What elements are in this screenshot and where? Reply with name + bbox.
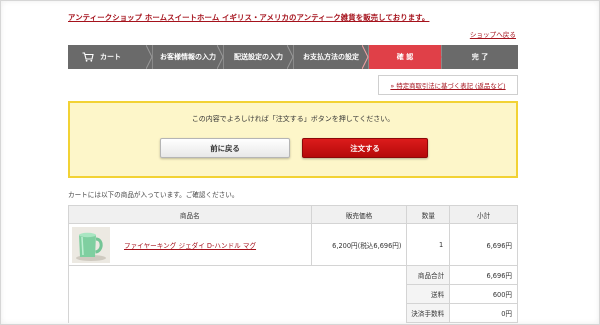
table-row: ファイヤーキング ジェダイ D-ハンドル マグ 6,200円(税込6,696円)… bbox=[68, 223, 518, 266]
step-label: 配送設定の入力 bbox=[234, 53, 283, 61]
back-button[interactable]: 前に戻る bbox=[160, 138, 290, 158]
summary-row: 送料 600円 bbox=[68, 284, 518, 304]
back-to-shop-link[interactable]: ショップへ戻る bbox=[470, 29, 516, 39]
quantity-cell: 1 bbox=[406, 223, 451, 266]
step-complete: 完 了 bbox=[441, 45, 518, 69]
cart-icon bbox=[82, 52, 94, 62]
summary-row: 商品合計 6,696円 bbox=[68, 265, 518, 285]
step-customer-info: お客様情報の入力 bbox=[152, 45, 224, 69]
price-cell: 6,200円(税込6,696円) bbox=[310, 223, 408, 266]
chevron-right-icon bbox=[146, 45, 153, 69]
col-quantity: 数量 bbox=[406, 205, 451, 224]
step-label: お客様情報の入力 bbox=[160, 53, 216, 61]
summary-label: 商品合計 bbox=[406, 265, 451, 285]
summary-label: 送料 bbox=[406, 284, 451, 304]
chevron-right-icon bbox=[362, 45, 369, 69]
chevron-right-icon bbox=[435, 45, 442, 69]
place-order-button[interactable]: 注文する bbox=[302, 138, 428, 158]
step-label: カート bbox=[100, 53, 121, 61]
col-subtotal: 小計 bbox=[449, 205, 518, 224]
step-cart: カート bbox=[68, 45, 153, 69]
checkout-steps: カート お客様情報の入力 配送設定の入力 お支払方法の設定 確 認 完 了 bbox=[68, 45, 518, 69]
product-cell: ファイヤーキング ジェダイ D-ハンドル マグ bbox=[68, 223, 312, 266]
product-thumbnail[interactable] bbox=[72, 226, 110, 263]
confirm-message: この内容でよろしければ「注文する」ボタンを押してください。 bbox=[191, 115, 395, 123]
page-frame: アンティークショップ ホームスイートホーム イギリス・アメリカのアンティーク雑貨… bbox=[0, 0, 600, 325]
step-confirm: 確 認 bbox=[368, 45, 442, 69]
chevron-right-icon bbox=[287, 45, 294, 69]
chevron-right-icon bbox=[217, 45, 224, 69]
step-label: 完 了 bbox=[471, 53, 489, 61]
step-shipping: 配送設定の入力 bbox=[223, 45, 294, 69]
step-payment: お支払方法の設定 bbox=[293, 45, 369, 69]
summary-value: 600円 bbox=[449, 284, 518, 304]
order-confirm-panel: この内容でよろしければ「注文する」ボタンを押してください。 前に戻る 注文する bbox=[68, 101, 518, 178]
table-header-row: 商品名 販売価格 数量 小計 bbox=[68, 205, 518, 224]
step-label: 確 認 bbox=[396, 53, 414, 61]
commercial-law-notice-link[interactable]: » 特定商取引法に基づく表記 (返品など) bbox=[378, 75, 518, 95]
summary-row: 決済手数料 0円 bbox=[68, 303, 518, 323]
summary-label: 決済手数料 bbox=[406, 303, 451, 323]
shop-description-link[interactable]: アンティークショップ ホームスイートホーム イギリス・アメリカのアンティーク雑貨… bbox=[68, 12, 429, 23]
step-label: お支払方法の設定 bbox=[303, 53, 359, 61]
col-product-name: 商品名 bbox=[68, 205, 312, 224]
product-name-link[interactable]: ファイヤーキング ジェダイ D-ハンドル マグ bbox=[124, 240, 256, 250]
cart-table: 商品名 販売価格 数量 小計 ファイヤーキング ジェダイ D-ハンドル マグ 6… bbox=[68, 205, 518, 323]
subtotal-cell: 6,696円 bbox=[449, 223, 518, 266]
cart-note: カートには以下の商品が入っています。ご確認ください。 bbox=[68, 191, 239, 199]
col-price: 販売価格 bbox=[310, 205, 408, 224]
summary-value: 6,696円 bbox=[449, 265, 518, 285]
summary-value: 0円 bbox=[449, 303, 518, 323]
